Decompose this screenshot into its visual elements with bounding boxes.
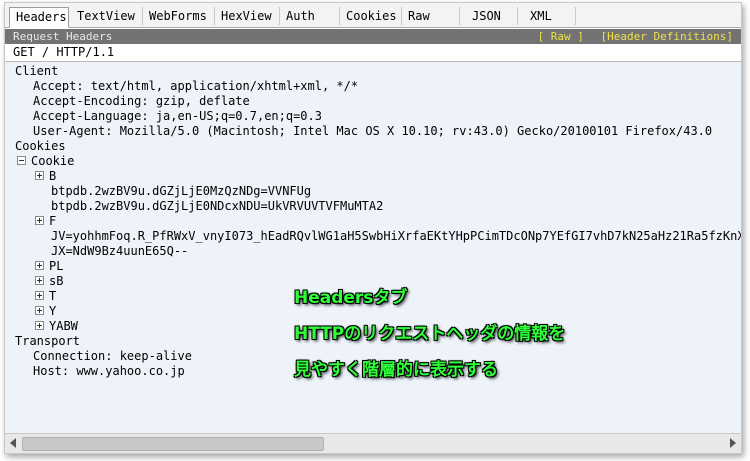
tab-hexview[interactable]: HexView: [215, 7, 280, 25]
tab-xml[interactable]: XML: [518, 7, 576, 25]
tree-item-connection[interactable]: Connection: keep-alive: [33, 349, 192, 364]
request-line: GET / HTTP/1.1: [5, 44, 741, 62]
tree-item-b-value-2[interactable]: btpdb.2wzBV9u.dGZjLjE0NDcxNDU=UkVRVUVTVF…: [51, 199, 383, 214]
tree-node-f-label: F: [49, 214, 57, 228]
tab-raw[interactable]: Raw: [402, 7, 460, 25]
tree-node-t[interactable]: T: [35, 289, 56, 304]
inspector-window: Headers TextView WebForms HexView Auth C…: [4, 2, 742, 454]
expand-icon[interactable]: [35, 306, 44, 315]
tab-webforms[interactable]: WebForms: [143, 7, 215, 25]
collapse-icon[interactable]: [17, 156, 26, 165]
expand-icon[interactable]: [35, 216, 44, 225]
tab-cookies[interactable]: Cookies: [340, 7, 402, 25]
tab-headers[interactable]: Headers: [9, 7, 69, 28]
tree-item-accept[interactable]: Accept: text/html, application/xhtml+xml…: [33, 79, 358, 94]
tree-item-accept-encoding[interactable]: Accept-Encoding: gzip, deflate: [33, 94, 250, 109]
callout-line-2: HTTPのリクエストヘッダの情報を: [294, 324, 566, 344]
tree-group-client[interactable]: Client: [15, 64, 58, 79]
tree-node-yabw-label: YABW: [49, 319, 78, 333]
expand-icon[interactable]: [35, 291, 44, 300]
tree-group-cookies[interactable]: Cookies: [15, 139, 66, 154]
raw-link[interactable]: [ Raw ]: [538, 30, 584, 43]
horizontal-scrollbar[interactable]: [5, 433, 741, 453]
tree-group-transport[interactable]: Transport: [15, 334, 80, 349]
tree-node-b-label: B: [49, 169, 57, 183]
scroll-right-icon[interactable]: [730, 438, 736, 448]
expand-icon[interactable]: [35, 261, 44, 270]
expand-icon[interactable]: [35, 321, 44, 330]
tree-node-y-label: Y: [49, 304, 57, 318]
scrollbar-thumb[interactable]: [22, 437, 324, 451]
tree-node-cookie[interactable]: Cookie: [17, 154, 74, 169]
tab-auth[interactable]: Auth: [280, 7, 340, 25]
callout-line-3: 見やすく階層的に表示する: [294, 360, 498, 380]
tree-node-sb-label: sB: [49, 274, 64, 288]
expand-icon[interactable]: [35, 171, 44, 180]
tab-textview[interactable]: TextView: [71, 7, 143, 25]
tree-item-user-agent[interactable]: User-Agent: Mozilla/5.0 (Macintosh; Inte…: [33, 124, 712, 139]
request-line-text: GET / HTTP/1.1: [13, 45, 115, 59]
scroll-left-icon[interactable]: [10, 438, 16, 448]
tree-node-t-label: T: [49, 289, 57, 303]
callout-line-1: Headersタブ: [294, 288, 408, 308]
tree-node-pl-label: PL: [49, 259, 64, 273]
tree-item-accept-language[interactable]: Accept-Language: ja,en-US;q=0.7,en;q=0.3: [33, 109, 322, 124]
request-headers-title: Request Headers: [13, 30, 113, 43]
tree-item-f-value-2[interactable]: JX=NdW9Bz4uunE65Q--: [51, 244, 188, 259]
tree-node-sb[interactable]: sB: [35, 274, 63, 289]
tab-json[interactable]: JSON: [460, 7, 518, 25]
request-headers-bar: Request Headers [ Raw ] [Header Definiti…: [5, 29, 741, 44]
tree-node-y[interactable]: Y: [35, 304, 56, 319]
tree-node-b[interactable]: B: [35, 169, 56, 184]
expand-icon[interactable]: [35, 276, 44, 285]
request-bar-links: [ Raw ] [Header Definitions]: [528, 29, 733, 44]
tree-item-f-value-1[interactable]: JV=yohhmFoq.R_PfRWxV_vnyI073_hEadRQvlWG1…: [51, 229, 741, 244]
tab-bar: Headers TextView WebForms HexView Auth C…: [5, 3, 741, 28]
tree-node-cookie-label: Cookie: [31, 154, 75, 168]
tree-node-f[interactable]: F: [35, 214, 56, 229]
tree-node-pl[interactable]: PL: [35, 259, 63, 274]
tree-item-b-value-1[interactable]: btpdb.2wzBV9u.dGZjLjE0MzQzNDg=VVNFUg: [51, 184, 311, 199]
header-definitions-link[interactable]: [Header Definitions]: [601, 30, 733, 43]
tree-node-yabw[interactable]: YABW: [35, 319, 78, 334]
tree-item-host[interactable]: Host: www.yahoo.co.jp: [33, 364, 185, 379]
